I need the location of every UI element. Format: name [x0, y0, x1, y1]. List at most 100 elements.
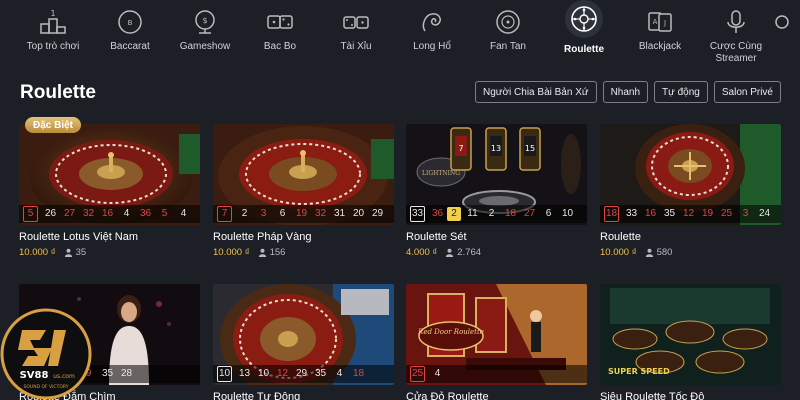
min-bet: 10.000 ₫ — [19, 247, 56, 258]
special-badge: Đặc Biệt — [25, 117, 82, 133]
nav-item-roulette[interactable]: Roulette — [546, 0, 622, 70]
filter-bar: Người Chia Bài Bản Xứ Nhanh Tự động Salo… — [475, 81, 781, 103]
player-count: 580 — [645, 247, 672, 258]
svg-text:Red Door Roulette: Red Door Roulette — [417, 328, 484, 336]
podium-icon: 1 — [38, 7, 68, 37]
user-icon — [258, 248, 266, 257]
result-number: 33 — [410, 206, 425, 222]
result-number: 29 — [295, 368, 308, 379]
result-number: 18 — [352, 368, 365, 379]
game-card[interactable]: LIGHTNING 7 13 15 33 36 2 11 2 18 27 6 10 Roulet… — [406, 124, 587, 258]
nav-item-more[interactable] — [772, 0, 800, 70]
game-title: Cửa Đỏ Roulette — [406, 391, 489, 400]
svg-text:J: J — [663, 19, 666, 27]
more-icon — [772, 7, 800, 37]
filter-fast[interactable]: Nhanh — [602, 81, 649, 103]
svg-text:SUPER SPEED: SUPER SPEED — [608, 367, 670, 376]
result-number: 10 — [217, 366, 232, 382]
dice-pair-icon — [341, 7, 371, 37]
svg-text:15: 15 — [525, 144, 535, 153]
nav-item-baccarat[interactable]: B Baccarat — [92, 0, 168, 70]
nav-label: Tài Xỉu — [340, 41, 372, 52]
result-number: 27 — [63, 208, 76, 219]
game-card[interactable]: 10 13 10 12 29 35 4 18 Roulette Tự Động — [213, 284, 394, 400]
fantan-icon — [493, 7, 523, 37]
game-card[interactable]: 7 2 3 6 19 32 31 20 29 Roulette Pháp Vàng 10.000… — [213, 124, 394, 258]
player-count: 35 — [64, 247, 86, 258]
result-number: 2 — [488, 208, 495, 219]
result-number: 26 — [44, 208, 57, 219]
result-number: 29 — [371, 208, 384, 219]
game-card[interactable]: Red Door Roulette 25 4 Cửa Đỏ Roulette — [406, 284, 587, 400]
filter-auto[interactable]: Tự động — [654, 81, 708, 103]
results-strip: 18 33 16 35 12 19 25 3 24 — [600, 205, 781, 223]
game-card[interactable]: 18 33 16 35 12 19 25 3 24 Roulette 10.000 ₫ 580 — [600, 124, 781, 258]
svg-text:LIGHTNING: LIGHTNING — [422, 170, 460, 177]
svg-text:7: 7 — [458, 144, 463, 153]
result-number: 32 — [82, 208, 95, 219]
game-thumbnail: 7 2 3 6 19 32 31 20 29 — [213, 124, 394, 225]
result-number: 2 — [447, 207, 461, 221]
game-card[interactable]: SUPER SPEED Siêu Roulette Tốc Độ — [600, 284, 781, 400]
result-number: 5 — [23, 206, 38, 222]
nav-item-fan-tan[interactable]: Fan Tan — [470, 0, 546, 70]
nav-item-gameshow[interactable]: $ Gameshow — [167, 0, 243, 70]
baccarat-icon: B — [115, 7, 145, 37]
result-number: 18 — [504, 208, 517, 219]
roulette-wheel-icon — [565, 0, 603, 38]
player-count: 156 — [258, 247, 285, 258]
nav-item-streamer[interactable]: Cược Cùng Streamer — [698, 0, 774, 70]
filter-salon-prive[interactable]: Salon Privé — [713, 81, 781, 103]
result-number: 10 — [561, 208, 574, 219]
svg-text:us.com: us.com — [53, 373, 75, 380]
game-thumbnail: 18 33 16 35 12 19 25 3 24 — [600, 124, 781, 225]
result-number: 3 — [260, 208, 267, 219]
nav-label: Cược Cùng Streamer — [709, 41, 763, 64]
result-number: 4 — [434, 368, 441, 379]
game-title: Roulette Sét — [406, 231, 467, 243]
svg-text:SOUND OF VICTORY: SOUND OF VICTORY — [24, 384, 69, 390]
filter-native-dealer[interactable]: Người Chia Bài Bản Xứ — [475, 81, 597, 103]
brand-logo: SV88 us.com SOUND OF VICTORY — [0, 300, 98, 400]
game-thumbnail: SUPER SPEED — [600, 284, 781, 385]
nav-item-top-games[interactable]: 1 Top trò chơi — [15, 0, 91, 70]
nav-item-blackjack[interactable]: AJ Blackjack — [622, 0, 698, 70]
svg-text:A: A — [653, 18, 658, 26]
game-title: Roulette Pháp Vàng — [213, 231, 312, 243]
result-number: 6 — [545, 208, 552, 219]
game-title: Siêu Roulette Tốc Độ — [600, 391, 705, 400]
result-number: 31 — [333, 208, 346, 219]
min-bet: 10.000 ₫ — [600, 247, 637, 258]
game-title: Roulette Tự Động — [213, 391, 301, 400]
result-number: 35 — [314, 368, 327, 379]
dice-icon — [265, 7, 295, 37]
result-number: 2 — [241, 208, 248, 219]
game-card[interactable]: Đặc Biệt 5 26 27 32 16 4 36 5 4 Roulette Lotus V… — [19, 117, 200, 258]
user-icon — [64, 248, 72, 257]
result-number: 4 — [336, 368, 343, 379]
nav-label: Top trò chơi — [26, 41, 80, 52]
result-number: 25 — [410, 366, 425, 382]
result-number: 6 — [279, 208, 286, 219]
gameshow-icon: $ — [190, 7, 220, 37]
nav-item-tai-xiu[interactable]: Tài Xỉu — [318, 0, 394, 70]
svg-text:1: 1 — [50, 9, 55, 18]
result-number: 16 — [644, 208, 657, 219]
result-number: 28 — [120, 368, 133, 379]
svg-text:13: 13 — [491, 144, 501, 153]
nav-item-bac-bo[interactable]: Bac Bo — [242, 0, 318, 70]
category-nav: 1 Top trò chơi B Baccarat $ Gameshow Bac… — [0, 0, 800, 72]
result-number: 24 — [758, 208, 771, 219]
result-number: 36 — [139, 208, 152, 219]
result-number: 27 — [523, 208, 536, 219]
nav-item-long-ho[interactable]: Long Hổ — [394, 0, 470, 70]
result-number: 7 — [217, 206, 232, 222]
microphone-icon — [721, 7, 751, 37]
nav-label: Fan Tan — [490, 41, 526, 52]
page-title: Roulette — [20, 82, 96, 103]
result-number: 19 — [295, 208, 308, 219]
nav-label: Bac Bo — [263, 41, 297, 52]
cards-icon: AJ — [645, 7, 675, 37]
result-number: 4 — [123, 208, 130, 219]
player-count: 2.764 — [445, 247, 481, 258]
